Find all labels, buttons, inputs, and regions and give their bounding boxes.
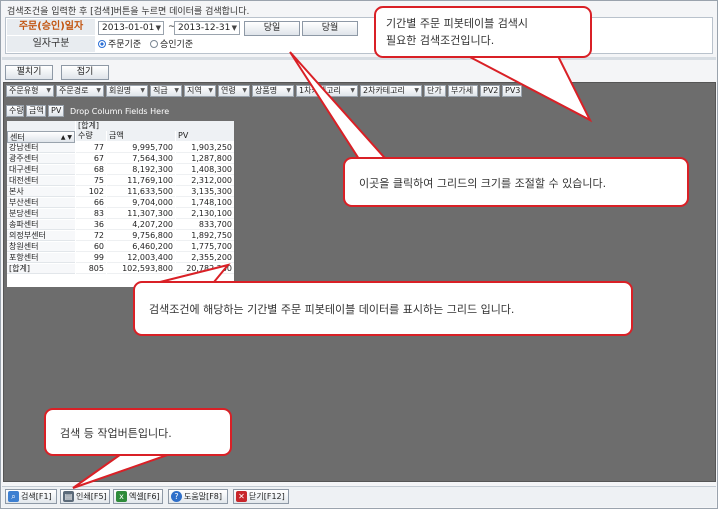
callout-grid: 검색조건에 해당하는 기간별 주문 피봇테이블 데이터를 표시하는 그리드 입니…	[133, 281, 633, 336]
callout-line: 기간별 주문 피봇테이블 검색시	[386, 17, 529, 30]
callout-text: 검색 등 작업버튼입니다.	[60, 427, 172, 440]
callout-text: 검색조건에 해당하는 기간별 주문 피봇테이블 데이터를 표시하는 그리드 입니…	[149, 303, 515, 316]
callout-text: 이곳을 클릭하여 그리드의 크기를 조절할 수 있습니다.	[359, 177, 607, 190]
callout-line: 필요한 검색조건입니다.	[386, 34, 495, 47]
callout-tail-search	[467, 55, 593, 123]
callout-resize: 이곳을 클릭하여 그리드의 크기를 조절할 수 있습니다.	[343, 157, 689, 207]
callout-buttons: 검색 등 작업버튼입니다.	[44, 408, 232, 456]
callout-search-conditions: 기간별 주문 피봇테이블 검색시 필요한 검색조건입니다.	[374, 6, 592, 58]
callout-tail-grid	[159, 263, 231, 283]
callout-tail-buttons	[72, 451, 177, 489]
